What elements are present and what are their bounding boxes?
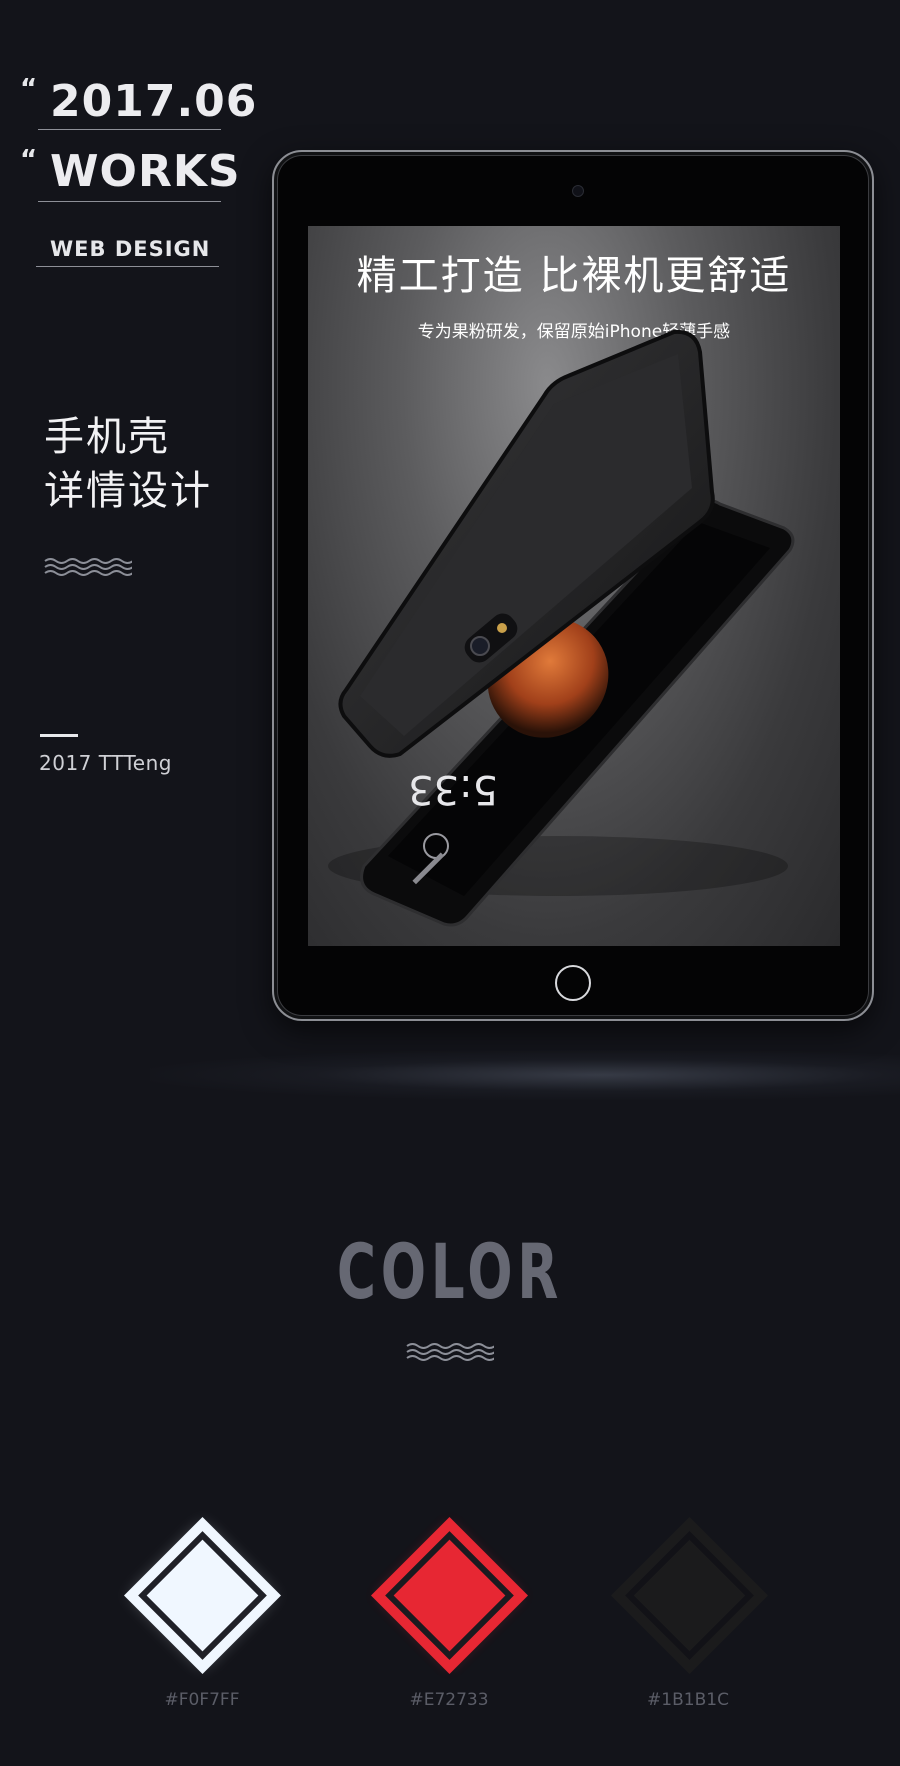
tablet-screen: 精工打造 比裸机更舒适 专为果粉研发，保留原始iPhone轻薄手感 5:33 [308, 226, 840, 946]
swatch-hex-label: #1B1B1C [647, 1690, 729, 1710]
divider [36, 266, 219, 267]
phone-case-illustration: 5:33 [328, 329, 795, 927]
swatch-hex-label: #F0F7FF [164, 1690, 240, 1710]
wave-icon [44, 558, 132, 576]
project-title-line1: 手机壳 [44, 414, 170, 460]
swatch-red [371, 1517, 528, 1674]
quote-mark-icon: “ [20, 145, 37, 175]
swatch-dark [611, 1517, 768, 1674]
lockscreen-time: 5:33 [408, 766, 498, 812]
category-label: WEB DESIGN [50, 237, 211, 261]
swatch-hex-label: #E72733 [409, 1690, 489, 1710]
wave-icon [406, 1343, 494, 1361]
project-title: 手机壳 详情设计 [44, 410, 212, 518]
project-title-line2: 详情设计 [44, 468, 212, 514]
works-heading: WORKS [50, 146, 241, 197]
swatch-light [124, 1517, 281, 1674]
quote-mark-icon: “ [20, 74, 37, 104]
credit-text: 2017 TTTeng [39, 751, 172, 775]
camera-icon [572, 185, 584, 197]
color-section-title: COLOR [336, 1227, 564, 1316]
divider [38, 201, 221, 202]
tablet-reflection [150, 1050, 900, 1100]
date-heading: 2017.06 [50, 76, 258, 127]
divider [38, 129, 221, 130]
accent-dash [40, 734, 78, 737]
home-button[interactable] [555, 965, 591, 1001]
